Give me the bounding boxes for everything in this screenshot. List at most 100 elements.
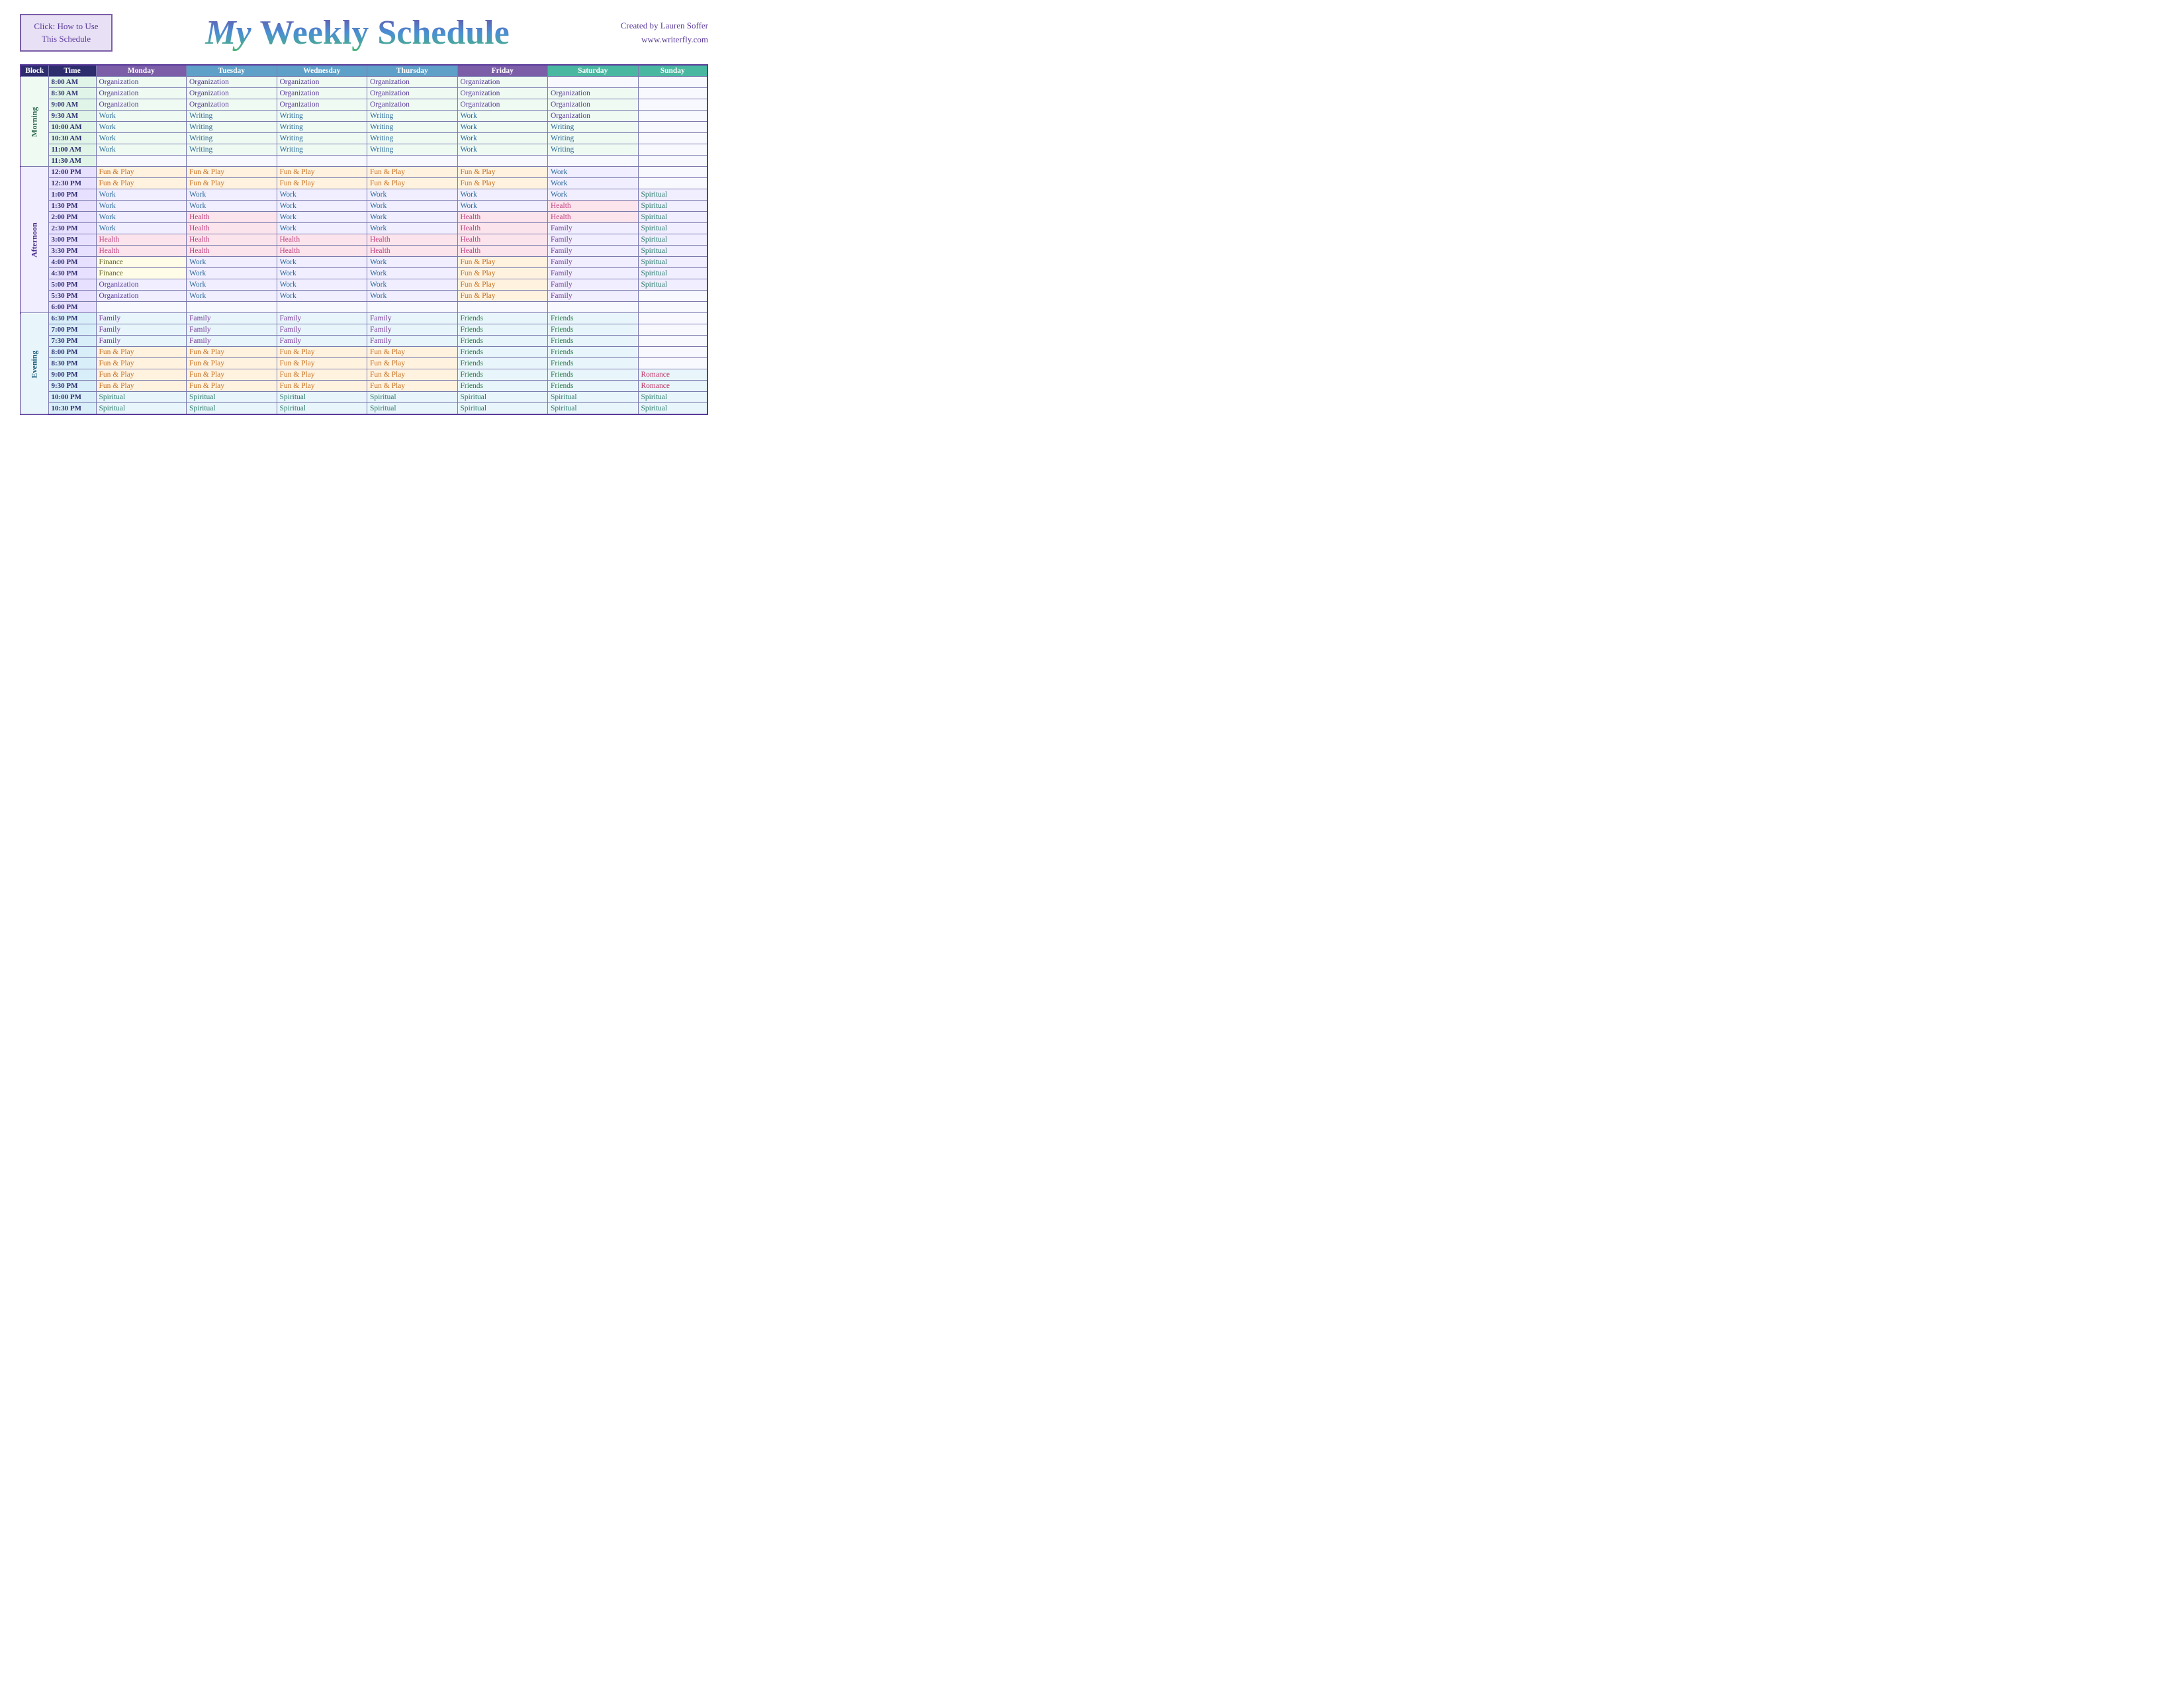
activity-cell: Organization: [187, 99, 277, 111]
activity-cell: [638, 77, 707, 88]
activity-cell: Spiritual: [638, 189, 707, 201]
activity-cell: Organization: [96, 77, 187, 88]
activity-cell: Health: [367, 234, 458, 246]
activity-cell: [638, 302, 707, 313]
time-cell: 5:30 PM: [48, 291, 96, 302]
activity-cell: Work: [548, 178, 639, 189]
activity-cell: Fun & Play: [187, 347, 277, 358]
activity-cell: Writing: [367, 111, 458, 122]
activity-cell: Work: [457, 111, 548, 122]
activity-cell: Health: [187, 223, 277, 234]
title-weekly: Weekly: [260, 14, 378, 52]
activity-cell: [548, 156, 639, 167]
activity-cell: Health: [457, 223, 548, 234]
activity-cell: Friends: [548, 369, 639, 381]
table-row: 4:00 PMFinanceWorkWorkWorkFun & PlayFami…: [21, 257, 707, 268]
activity-cell: [548, 302, 639, 313]
block-label-afternoon: Afternoon: [21, 167, 48, 313]
activity-cell: Family: [548, 246, 639, 257]
activity-cell: Work: [367, 257, 458, 268]
time-cell: 9:00 PM: [48, 369, 96, 381]
table-row: 10:00 PMSpiritualSpiritualSpiritualSpiri…: [21, 392, 707, 403]
activity-cell: Work: [96, 133, 187, 144]
activity-cell: Work: [96, 111, 187, 122]
click-box-line2: This Schedule: [42, 34, 91, 44]
activity-cell: Romance: [638, 381, 707, 392]
time-cell: 3:00 PM: [48, 234, 96, 246]
col-time: Time: [48, 65, 96, 77]
time-cell: 10:30 PM: [48, 403, 96, 415]
activity-cell: Health: [96, 234, 187, 246]
activity-cell: Organization: [96, 279, 187, 291]
table-row: 1:00 PMWorkWorkWorkWorkWorkWorkSpiritual: [21, 189, 707, 201]
table-row: Morning8:00 AMOrganizationOrganizationOr…: [21, 77, 707, 88]
activity-cell: Work: [548, 167, 639, 178]
activity-cell: Spiritual: [367, 403, 458, 415]
activity-cell: Organization: [457, 77, 548, 88]
time-cell: 3:30 PM: [48, 246, 96, 257]
activity-cell: Health: [367, 246, 458, 257]
activity-cell: Work: [367, 201, 458, 212]
activity-cell: [96, 302, 187, 313]
activity-cell: Spiritual: [96, 392, 187, 403]
time-cell: 10:00 PM: [48, 392, 96, 403]
activity-cell: Friends: [457, 313, 548, 324]
activity-cell: Fun & Play: [96, 178, 187, 189]
activity-cell: Writing: [367, 133, 458, 144]
activity-cell: Spiritual: [457, 403, 548, 415]
table-row: 2:30 PMWorkHealthWorkWorkHealthFamilySpi…: [21, 223, 707, 234]
activity-cell: Work: [277, 279, 367, 291]
activity-cell: [638, 291, 707, 302]
how-to-use-button[interactable]: Click: How to Use This Schedule: [20, 14, 113, 51]
activity-cell: Work: [277, 291, 367, 302]
activity-cell: Work: [367, 189, 458, 201]
activity-cell: Organization: [457, 99, 548, 111]
activity-cell: Spiritual: [638, 212, 707, 223]
table-row: 5:30 PMOrganizationWorkWorkWorkFun & Pla…: [21, 291, 707, 302]
activity-cell: Health: [187, 246, 277, 257]
activity-cell: Health: [457, 246, 548, 257]
time-cell: 10:30 AM: [48, 133, 96, 144]
table-row: 1:30 PMWorkWorkWorkWorkWorkHealthSpiritu…: [21, 201, 707, 212]
activity-cell: Spiritual: [638, 246, 707, 257]
activity-cell: Fun & Play: [96, 167, 187, 178]
activity-cell: Work: [96, 212, 187, 223]
time-cell: 1:00 PM: [48, 189, 96, 201]
col-block: Block: [21, 65, 48, 77]
activity-cell: Writing: [187, 133, 277, 144]
activity-cell: Finance: [96, 268, 187, 279]
table-row: 6:00 PM: [21, 302, 707, 313]
activity-cell: Fun & Play: [277, 167, 367, 178]
activity-cell: Family: [187, 324, 277, 336]
title-schedule: Schedule: [377, 14, 509, 52]
activity-cell: Writing: [277, 133, 367, 144]
activity-cell: Spiritual: [638, 257, 707, 268]
activity-cell: [638, 99, 707, 111]
col-monday: Monday: [96, 65, 187, 77]
activity-cell: Spiritual: [367, 392, 458, 403]
table-row: 3:30 PMHealthHealthHealthHealthHealthFam…: [21, 246, 707, 257]
activity-cell: Organization: [457, 88, 548, 99]
activity-cell: Spiritual: [548, 403, 639, 415]
title-my: My: [205, 14, 259, 52]
activity-cell: Fun & Play: [457, 178, 548, 189]
activity-cell: Health: [277, 234, 367, 246]
activity-cell: Friends: [457, 369, 548, 381]
activity-cell: Friends: [457, 347, 548, 358]
activity-cell: Work: [367, 212, 458, 223]
activity-cell: Health: [548, 201, 639, 212]
activity-cell: Fun & Play: [367, 358, 458, 369]
activity-cell: Work: [96, 223, 187, 234]
table-row: 10:30 PMSpiritualSpiritualSpiritualSpiri…: [21, 403, 707, 415]
activity-cell: Organization: [367, 77, 458, 88]
table-row: 11:00 AMWorkWritingWritingWritingWorkWri…: [21, 144, 707, 156]
activity-cell: Spiritual: [638, 403, 707, 415]
time-cell: 6:00 PM: [48, 302, 96, 313]
activity-cell: Organization: [367, 99, 458, 111]
activity-cell: Work: [277, 212, 367, 223]
activity-cell: Fun & Play: [367, 167, 458, 178]
block-label-evening: Evening: [21, 313, 48, 415]
col-sunday: Sunday: [638, 65, 707, 77]
activity-cell: [638, 336, 707, 347]
activity-cell: Fun & Play: [187, 178, 277, 189]
